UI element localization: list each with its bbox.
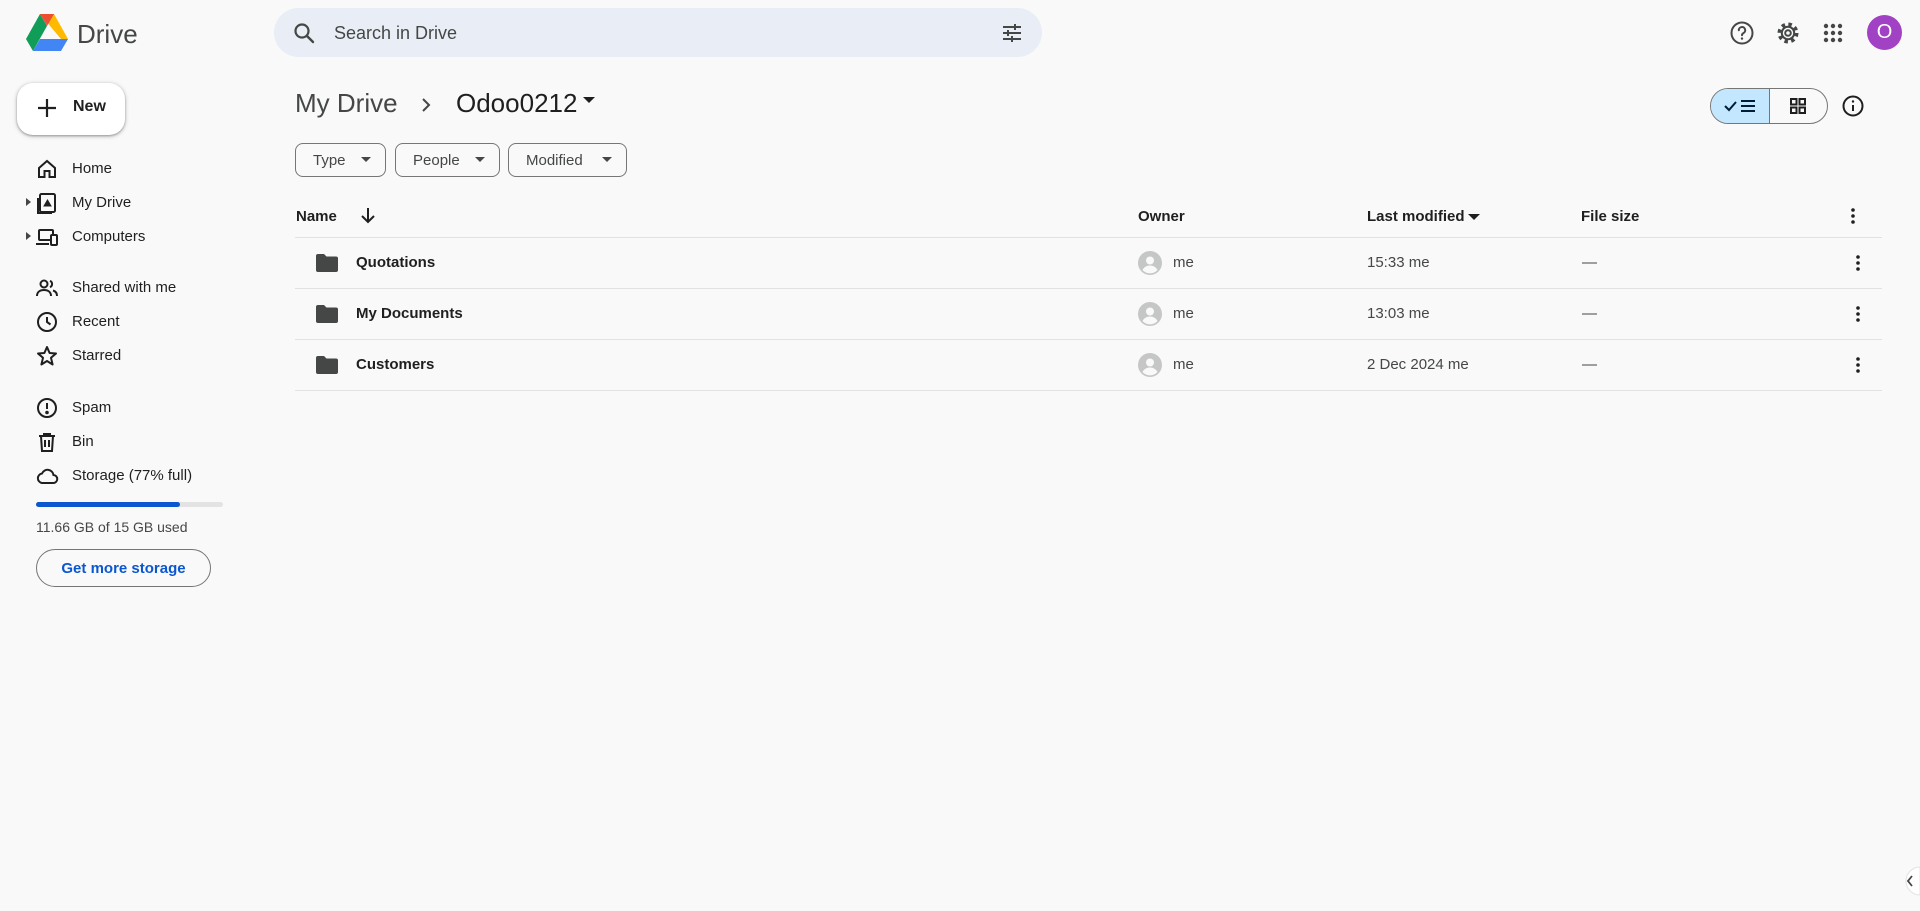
search-icon[interactable] [292, 21, 316, 45]
sidebar-item-label: Spam [72, 399, 112, 416]
file-owner: me [1173, 356, 1194, 373]
chevron-left-icon [1905, 866, 1920, 896]
sidebar-item-shared-with-me[interactable]: Shared with me [18, 273, 248, 303]
caret-down-icon [361, 157, 371, 163]
grid-view-button[interactable] [1770, 89, 1828, 123]
file-name[interactable]: Customers [356, 356, 434, 373]
file-last-modified: 13:03 me [1367, 305, 1430, 322]
sidebar-item-label: My Drive [72, 194, 132, 211]
sidebar-item-computers[interactable]: Computers [18, 222, 248, 252]
sidebar-item-label: Recent [72, 313, 120, 330]
breadcrumb-current-folder[interactable]: Odoo0212 [456, 88, 577, 119]
divider [295, 390, 1882, 391]
more-vert-icon[interactable] [1843, 206, 1863, 226]
search-bar[interactable]: Search in Drive [274, 8, 1042, 57]
chevron-right-icon [418, 95, 434, 115]
sidebar-item-my-drive[interactable]: My Drive [18, 188, 248, 218]
filter-type-chip[interactable]: Type [295, 143, 386, 177]
breadcrumb-my-drive[interactable]: My Drive [295, 88, 398, 119]
column-header-owner: Owner [1138, 208, 1185, 225]
sidebar-item-home[interactable]: Home [18, 154, 248, 184]
more-vert-icon[interactable] [1848, 253, 1868, 273]
bin-icon [35, 430, 59, 454]
filter-label: Type [313, 152, 346, 169]
file-last-modified: 15:33 me [1367, 254, 1430, 271]
sidebar-item-label: Bin [72, 433, 94, 450]
sidebar-item-starred[interactable]: Starred [18, 341, 248, 371]
computers-icon [35, 225, 59, 249]
table-row[interactable]: Customers me 2 Dec 2024 me — [295, 340, 1882, 390]
file-name[interactable]: Quotations [356, 254, 435, 271]
app-name[interactable]: Drive [77, 19, 138, 50]
plus-icon [35, 96, 59, 120]
file-last-modified: 2 Dec 2024 me [1367, 356, 1469, 373]
expand-arrow-icon[interactable] [26, 231, 32, 241]
table-row[interactable]: My Documents me 13:03 me — [295, 289, 1882, 339]
sidebar-item-recent[interactable]: Recent [18, 307, 248, 337]
sort-arrow-down-icon[interactable] [357, 204, 379, 226]
filter-label: People [413, 152, 460, 169]
clock-icon [35, 310, 59, 334]
file-size: — [1582, 305, 1597, 322]
get-more-storage-button[interactable]: Get more storage [36, 549, 211, 587]
caret-down-icon [602, 157, 612, 163]
more-vert-icon[interactable] [1848, 355, 1868, 375]
owner-avatar-icon [1138, 302, 1162, 326]
folder-icon [315, 253, 339, 273]
column-header-file-size: File size [1581, 208, 1640, 225]
checked-list-icon [1724, 100, 1755, 112]
column-header-last-modified[interactable]: Last modified [1367, 208, 1465, 225]
storage-progress-bar [36, 502, 223, 507]
expand-arrow-icon[interactable] [26, 197, 32, 207]
sidebar-item-label: Shared with me [72, 279, 177, 296]
filter-people-chip[interactable]: People [395, 143, 500, 177]
info-icon[interactable] [1840, 93, 1866, 119]
folder-icon [315, 304, 339, 324]
my-drive-icon [35, 191, 59, 215]
owner-avatar-icon [1138, 353, 1162, 377]
sidebar-item-label: Home [72, 160, 113, 177]
star-icon [35, 344, 59, 368]
settings-gear-icon[interactable] [1773, 18, 1803, 48]
sidebar-item-label: Storage (77% full) [72, 467, 193, 484]
sidebar-item-label: Starred [72, 347, 122, 364]
sidebar-item-spam[interactable]: Spam [18, 393, 248, 423]
list-view-button[interactable] [1711, 89, 1770, 123]
sidebar-item-label: Computers [72, 228, 146, 245]
column-header-name[interactable]: Name [296, 208, 337, 225]
file-owner: me [1173, 254, 1194, 271]
storage-usage-text: 11.66 GB of 15 GB used [36, 519, 188, 535]
filter-modified-chip[interactable]: Modified [508, 143, 627, 177]
file-size: — [1582, 254, 1597, 271]
cloud-icon [35, 464, 59, 488]
search-input[interactable]: Search in Drive [334, 23, 457, 44]
sidebar-item-bin[interactable]: Bin [18, 427, 248, 457]
drive-logo-icon[interactable] [26, 14, 68, 52]
filter-label: Modified [526, 152, 583, 169]
file-owner: me [1173, 305, 1194, 322]
table-row[interactable]: Quotations me 15:33 me — [295, 238, 1882, 288]
search-options-icon[interactable] [1000, 21, 1024, 45]
home-icon [35, 157, 59, 181]
caret-down-icon[interactable] [582, 96, 596, 104]
new-button-label: New [73, 98, 106, 115]
caret-down-icon[interactable] [1468, 214, 1480, 221]
help-icon[interactable] [1727, 18, 1757, 48]
owner-avatar-icon [1138, 251, 1162, 275]
folder-icon [315, 355, 339, 375]
caret-down-icon [475, 157, 485, 163]
apps-grid-icon[interactable] [1818, 18, 1848, 48]
shared-people-icon [35, 276, 59, 300]
grid-icon [1790, 98, 1807, 114]
storage-progress-fill [36, 502, 180, 507]
file-name[interactable]: My Documents [356, 305, 463, 322]
sidebar-item-storage[interactable]: Storage (77% full) [18, 461, 248, 491]
view-toggle[interactable] [1710, 88, 1828, 124]
side-panel-toggle[interactable] [1894, 866, 1920, 896]
file-size: — [1582, 356, 1597, 373]
account-avatar[interactable]: O [1867, 15, 1902, 50]
more-vert-icon[interactable] [1848, 304, 1868, 324]
new-button[interactable]: New [17, 83, 125, 135]
spam-icon [35, 396, 59, 420]
